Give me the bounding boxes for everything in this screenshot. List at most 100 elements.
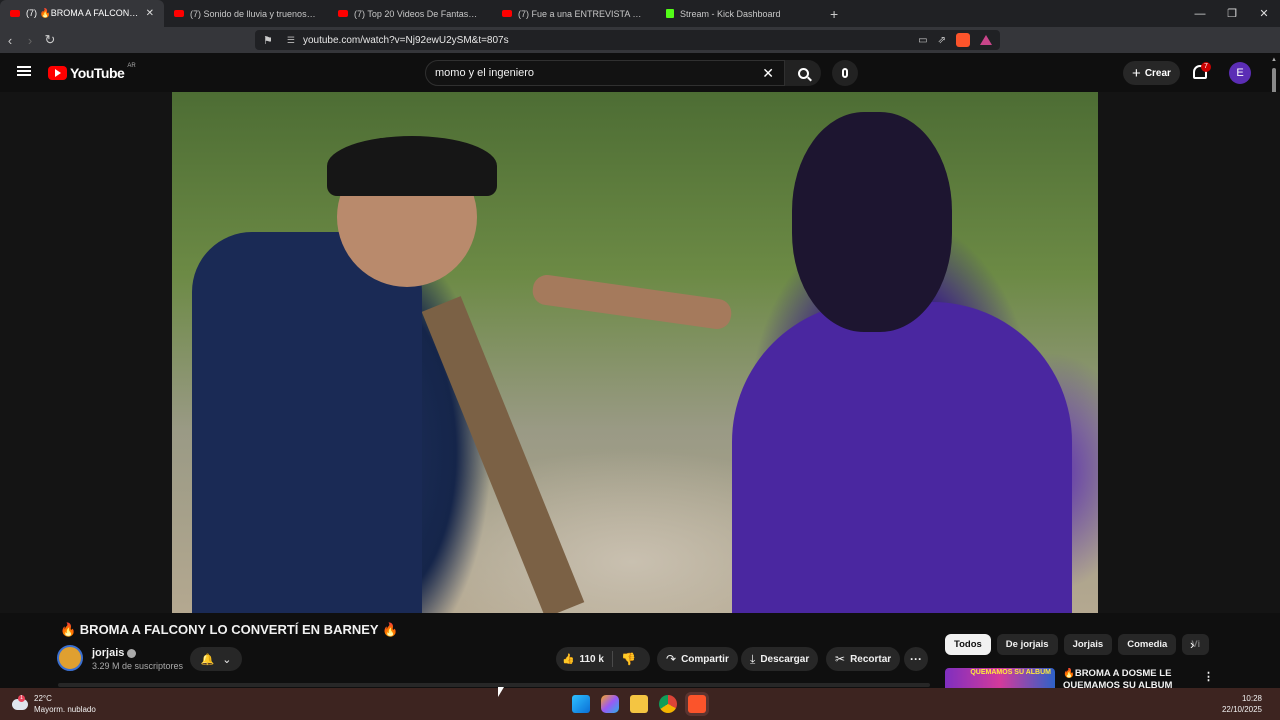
- chip-jorjais[interactable]: Jorjais: [1063, 634, 1113, 655]
- reload-icon[interactable]: ↻: [40, 32, 60, 48]
- back-icon[interactable]: ‹: [0, 33, 20, 48]
- thumbs-up-icon: 👍: [562, 653, 575, 665]
- verified-icon: [127, 648, 137, 658]
- scroll-up-arrow-icon[interactable]: ▲: [1271, 57, 1277, 63]
- subscriber-count: 3.29 M de suscriptores: [92, 661, 184, 671]
- brave-browser-icon[interactable]: [688, 695, 706, 713]
- channel-name[interactable]: jorjais: [92, 647, 124, 659]
- country-code: AR: [127, 63, 136, 69]
- channel-name-row[interactable]: jorjais: [92, 647, 137, 659]
- youtube-icon: [174, 10, 184, 17]
- cloud-icon: 1: [12, 694, 28, 710]
- search-query: momo y el ingeniero: [435, 67, 535, 79]
- description-box-edge[interactable]: [58, 683, 930, 687]
- clip-button[interactable]: ✂ Recortar: [826, 647, 901, 671]
- voice-search-button[interactable]: [832, 60, 858, 86]
- tab-title: Stream - Kick Dashboard: [680, 8, 781, 19]
- recommended-title[interactable]: 🔥BROMA A DOSME LE QUEMAMOS SU ALBUM DE: [1063, 668, 1188, 688]
- copilot-icon[interactable]: [601, 695, 619, 713]
- url-text: youtube.com/watch?v=Nj92ewU2ySM&t=807s: [302, 34, 509, 46]
- weather-widget[interactable]: 1 22°C Mayorm. nublado: [12, 693, 96, 715]
- plus-icon: +: [1132, 64, 1141, 82]
- kick-icon: [666, 9, 674, 18]
- bookmark-icon[interactable]: ⚑: [263, 34, 273, 47]
- scissors-icon: ✂: [835, 652, 846, 666]
- tab-lluvia[interactable]: (7) Sonido de lluvia y truenos Re: [164, 0, 328, 27]
- logo-text: YouTube: [70, 65, 125, 81]
- tab-fantasmas[interactable]: (7) Top 20 Videos De Fantasmas Más: [328, 0, 492, 27]
- chip-partial[interactable]: Vi: [1182, 634, 1210, 655]
- restore-icon[interactable]: ❐: [1216, 7, 1248, 20]
- youtube-icon: [10, 10, 20, 17]
- site-info-icon[interactable]: ☰: [287, 35, 295, 46]
- clear-search-icon[interactable]: ✕: [762, 65, 774, 82]
- tab-title: (7) 🔥BROMA A FALCONY LO CONVERTÍ EN BARN…: [26, 8, 140, 18]
- omnibox-actions: ▭ ⇗: [918, 33, 992, 47]
- browser-tab-bar: (7) 🔥BROMA A FALCONY LO CONVERTÍ EN BARN…: [0, 0, 1280, 27]
- chrome-icon[interactable]: [659, 695, 677, 713]
- like-dislike-group: 👍 110 k 👎: [556, 647, 650, 671]
- weather-condition: Mayorm. nublado: [34, 705, 96, 714]
- account-avatar[interactable]: E: [1229, 62, 1251, 84]
- close-window-icon[interactable]: ✕: [1248, 7, 1280, 20]
- brave-rewards-icon[interactable]: [980, 35, 992, 45]
- like-count: 110 k: [579, 653, 604, 665]
- search-input[interactable]: momo y el ingeniero ✕: [425, 60, 785, 86]
- youtube-logo[interactable]: YouTube AR: [48, 63, 136, 81]
- recommended-thumbnail[interactable]: QUEMAMOS SU ALBUM: [945, 668, 1055, 689]
- minimize-icon[interactable]: —: [1184, 8, 1216, 20]
- youtube-icon: [338, 10, 348, 17]
- file-explorer-icon[interactable]: [630, 695, 648, 713]
- video-player[interactable]: [172, 92, 1098, 613]
- tab-entrevista[interactable]: (7) Fue a una ENTREVISTA de TRABAJO: [492, 0, 656, 27]
- like-button[interactable]: 👍 110 k: [556, 651, 613, 667]
- window-controls: — ❐ ✕: [1184, 0, 1280, 27]
- chevron-down-icon: ⌄: [222, 653, 232, 666]
- download-button[interactable]: ⤓ Descargar: [741, 647, 819, 671]
- youtube-header: YouTube AR momo y el ingeniero ✕ + Crear…: [0, 53, 1280, 92]
- notifications-badge: 7: [1201, 62, 1211, 72]
- tab-title: (7) Fue a una ENTREVISTA de TRABAJO: [518, 8, 646, 19]
- search-button[interactable]: [785, 60, 821, 86]
- video-frame-arm: [530, 273, 734, 331]
- chip-de-jorjais[interactable]: De jorjais: [996, 634, 1058, 655]
- brave-shields-icon[interactable]: [956, 33, 970, 47]
- create-button[interactable]: + Crear: [1123, 61, 1180, 85]
- dislike-button[interactable]: 👎: [613, 652, 644, 666]
- video-frame-person-left: [192, 232, 422, 613]
- temperature: 22°C: [34, 694, 52, 703]
- chevron-right-icon[interactable]: ›: [1190, 637, 1194, 652]
- url-field[interactable]: ⚑ ☰ youtube.com/watch?v=Nj92ewU2ySM&t=80…: [255, 30, 1000, 50]
- youtube-icon: [502, 10, 512, 17]
- tab-title: (7) Sonido de lluvia y truenos Re: [190, 8, 318, 19]
- hamburger-menu-icon[interactable]: [17, 66, 31, 76]
- tab-kick-dashboard[interactable]: Stream - Kick Dashboard: [656, 0, 820, 27]
- download-label: Descargar: [760, 653, 810, 665]
- close-tab-icon[interactable]: ✕: [146, 8, 154, 19]
- download-icon: ⤓: [750, 651, 756, 666]
- channel-avatar[interactable]: [57, 645, 83, 671]
- search-icon: [797, 67, 809, 79]
- more-horizontal-icon: ···: [910, 652, 922, 666]
- weather-text: 22°C Mayorm. nublado: [34, 693, 96, 715]
- subscription-bell-button[interactable]: 🔔 ⌄: [190, 647, 242, 671]
- tab-title: (7) Top 20 Videos De Fantasmas Más: [354, 8, 482, 19]
- taskbar-apps: [572, 695, 706, 713]
- share-icon[interactable]: ⇗: [938, 35, 946, 46]
- chip-comedia[interactable]: Comedia: [1118, 634, 1177, 655]
- video-frame-person-purple: [732, 302, 1072, 613]
- clock-time: 10:28: [1241, 694, 1262, 703]
- new-tab-button[interactable]: +: [820, 6, 848, 22]
- share-button[interactable]: ↷ Compartir: [657, 647, 738, 671]
- more-vertical-icon[interactable]: ⋮: [1203, 670, 1214, 683]
- more-actions-button[interactable]: ···: [904, 647, 928, 671]
- forward-icon[interactable]: ›: [20, 33, 40, 48]
- microphone-icon: [842, 68, 848, 78]
- youtube-play-icon: [48, 66, 67, 80]
- cast-icon[interactable]: ▭: [918, 35, 927, 46]
- system-clock[interactable]: 10:28 22/10/2025: [1222, 693, 1262, 715]
- bell-icon: 🔔: [200, 653, 215, 666]
- tab-broma-falcony[interactable]: (7) 🔥BROMA A FALCONY LO CONVERTÍ EN BARN…: [0, 0, 164, 27]
- chip-todos[interactable]: Todos: [945, 634, 991, 655]
- windows-start-icon[interactable]: [572, 695, 590, 713]
